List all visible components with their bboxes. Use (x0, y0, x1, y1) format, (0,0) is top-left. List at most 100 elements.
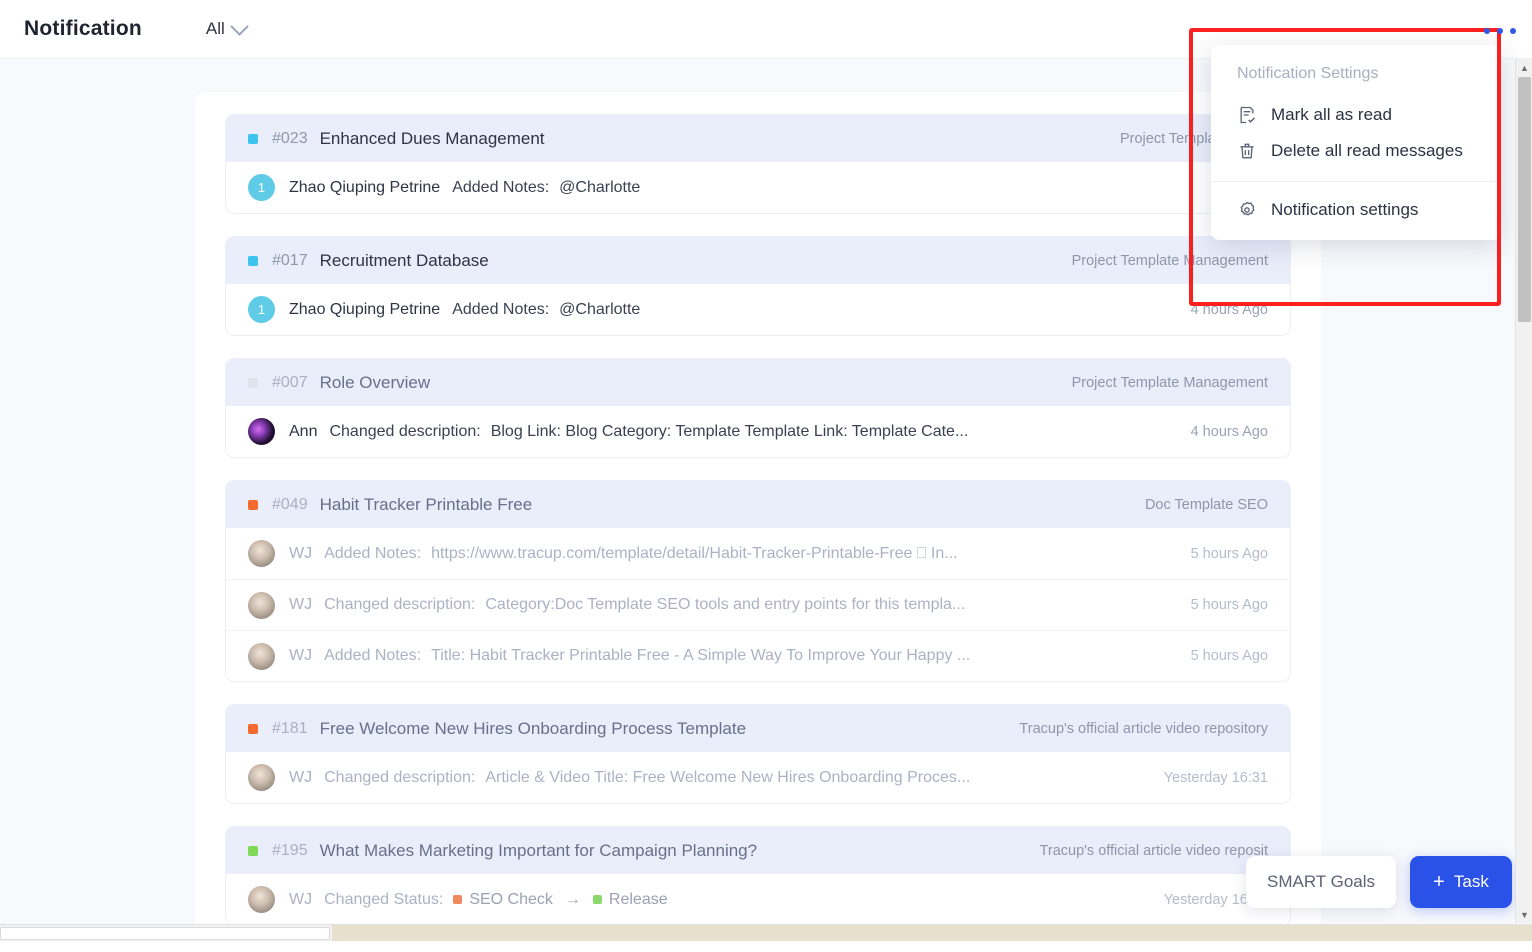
status-dot-icon (248, 500, 258, 510)
project-name: Project Template Management (1072, 253, 1268, 269)
message-action: Changed Status: (324, 891, 443, 909)
notification-group-header[interactable]: #017 Recruitment Database Project Template… (226, 237, 1290, 284)
avatar (248, 418, 275, 445)
add-task-button[interactable]: + Task (1410, 856, 1512, 908)
menu-header-label: Notification Settings (1211, 59, 1501, 97)
status-dot-icon (248, 256, 258, 266)
message-user: WJ (289, 596, 312, 614)
menu-item-label: Notification settings (1271, 200, 1418, 220)
menu-item-delete-all-read-messages[interactable]: Delete all read messages (1211, 133, 1501, 169)
message-detail: Title: Habit Tracker Printable Free - A … (431, 647, 970, 665)
avatar (248, 592, 275, 619)
notification-message-row[interactable]: WJ Added Notes: Title: Habit Tracker Print… (226, 630, 1290, 681)
status-from-label: SEO Check (469, 891, 553, 909)
menu-item-label: Delete all read messages (1271, 141, 1463, 161)
trash-icon (1237, 141, 1257, 161)
status-from-chip: SEO Check (453, 891, 553, 909)
notification-message-row[interactable]: 1Zhao Qiuping PetrineAdded Notes:@Charlo… (226, 162, 1290, 213)
notification-settings-menu[interactable]: Notification Settings Mark all as read D… (1211, 45, 1501, 240)
menu-item-notification-settings[interactable]: Notification settings (1211, 192, 1501, 228)
task-id: #007 (272, 374, 308, 392)
notification-group-header[interactable]: #195 What Makes Marketing Important for C… (226, 827, 1290, 874)
notification-filter-select[interactable]: All (206, 19, 246, 39)
notification-message-row[interactable]: 1Zhao Qiuping PetrineAdded Notes:@Charlo… (226, 284, 1290, 335)
task-title: Habit Tracker Printable Free (320, 495, 533, 515)
smart-goals-label: SMART Goals (1267, 872, 1375, 892)
notification-group: #023Enhanced Dues ManagementProject Temp… (225, 114, 1291, 214)
vertical-scrollbar-thumb[interactable] (1518, 77, 1531, 322)
message-detail: https://www.tracup.com/template/detail/H… (431, 545, 958, 563)
message-timestamp: 4 hours Ago (1173, 424, 1268, 440)
message-action: Changed description: (324, 596, 475, 614)
horizontal-scrollbar[interactable] (0, 924, 1532, 941)
task-id: #181 (272, 720, 308, 738)
message-user: Ann (289, 423, 317, 441)
task-id: #023 (272, 130, 308, 148)
filter-label: All (206, 19, 225, 39)
avatar (248, 764, 275, 791)
notification-group: #049Habit Tracker Printable FreeDoc Temp… (225, 480, 1291, 682)
message-timestamp: 5 hours Ago (1173, 597, 1268, 613)
task-id: #049 (272, 496, 308, 514)
message-timestamp: 5 hours Ago (1173, 648, 1268, 664)
message-action: Changed description: (324, 769, 475, 787)
task-id: #017 (272, 252, 308, 270)
mark-read-icon (1237, 105, 1257, 125)
notification-group-header[interactable]: #023Enhanced Dues ManagementProject Temp… (226, 115, 1290, 162)
message-action: Added Notes: (324, 545, 421, 563)
notification-group-header[interactable]: #007Role OverviewProject Template Manage… (226, 359, 1290, 406)
task-title: Recruitment Database (320, 251, 489, 271)
page-title: Notification (24, 17, 142, 41)
avatar: 1 (248, 296, 275, 323)
message-user: Zhao Qiuping Petrine (289, 301, 440, 319)
task-id: #195 (272, 842, 308, 860)
status-to-label: Release (609, 891, 668, 909)
task-title: What Makes Marketing Important for Campa… (320, 841, 757, 861)
notification-group-header[interactable]: #049Habit Tracker Printable FreeDoc Temp… (226, 481, 1290, 528)
status-dot-icon (248, 378, 258, 388)
chevron-down-icon (230, 17, 248, 35)
message-detail: Category:Doc Template SEO tools and entr… (485, 596, 965, 614)
notification-scroll-region[interactable]: #023Enhanced Dues ManagementProject Temp… (195, 92, 1321, 952)
message-user: WJ (289, 769, 312, 787)
status-dot-icon (248, 134, 258, 144)
horizontal-scrollbar-track[interactable] (332, 925, 1532, 941)
status-dot-icon (248, 846, 258, 856)
scroll-down-arrow-icon[interactable]: ▼ (1516, 906, 1532, 923)
menu-divider (1211, 181, 1501, 182)
project-name: Tracup's official article video reposito… (1019, 721, 1268, 737)
message-action: Added Notes: (324, 647, 421, 665)
vertical-scrollbar[interactable]: ▲ ▼ (1515, 59, 1532, 923)
notification-message-row[interactable]: WJ Added Notes: https://www.tracup.com/tem… (226, 528, 1290, 579)
horizontal-scrollbar-thumb[interactable] (0, 927, 330, 940)
message-user: Zhao Qiuping Petrine (289, 179, 440, 197)
gear-icon (1237, 200, 1257, 220)
message-user: WJ (289, 545, 312, 563)
add-task-label: Task (1454, 872, 1489, 892)
notification-message-row[interactable]: WJ Changed description: Category:Doc Templ… (226, 579, 1290, 630)
notification-group-header[interactable]: #181 Free Welcome New Hires Onboarding Pr… (226, 705, 1290, 752)
notification-group: #195 What Makes Marketing Important for C… (225, 826, 1291, 926)
notification-message-row[interactable]: WJ Changed description: Article & Video Ti… (226, 752, 1290, 803)
notification-group: #181 Free Welcome New Hires Onboarding Pr… (225, 704, 1291, 804)
cursor-dots-indicator (1484, 28, 1516, 34)
message-action: Changed description: (329, 423, 480, 441)
message-timestamp: 5 hours Ago (1173, 546, 1268, 562)
scroll-up-arrow-icon[interactable]: ▲ (1516, 59, 1532, 76)
status-from-dot-icon (453, 895, 462, 904)
notification-message-row[interactable]: Ann Changed description: Blog Link: Blog C… (226, 406, 1290, 457)
status-arrow-icon: → (565, 891, 581, 909)
task-title: Free Welcome New Hires Onboarding Proces… (320, 719, 746, 739)
menu-item-mark-all-as-read[interactable]: Mark all as read (1211, 97, 1501, 133)
menu-item-label: Mark all as read (1271, 105, 1392, 125)
plus-icon: + (1433, 872, 1445, 892)
message-detail: Article & Video Title: Free Welcome New … (485, 769, 970, 787)
smart-goals-button[interactable]: SMART Goals (1246, 856, 1396, 908)
message-user: WJ (289, 891, 312, 909)
notification-message-row[interactable]: WJChanged Status:SEO Check→ReleaseYester… (226, 874, 1290, 925)
avatar (248, 540, 275, 567)
avatar: 1 (248, 174, 275, 201)
message-detail: Blog Link: Blog Category: Template Templ… (491, 423, 969, 441)
message-user: WJ (289, 647, 312, 665)
message-detail: @Charlotte (559, 301, 640, 319)
